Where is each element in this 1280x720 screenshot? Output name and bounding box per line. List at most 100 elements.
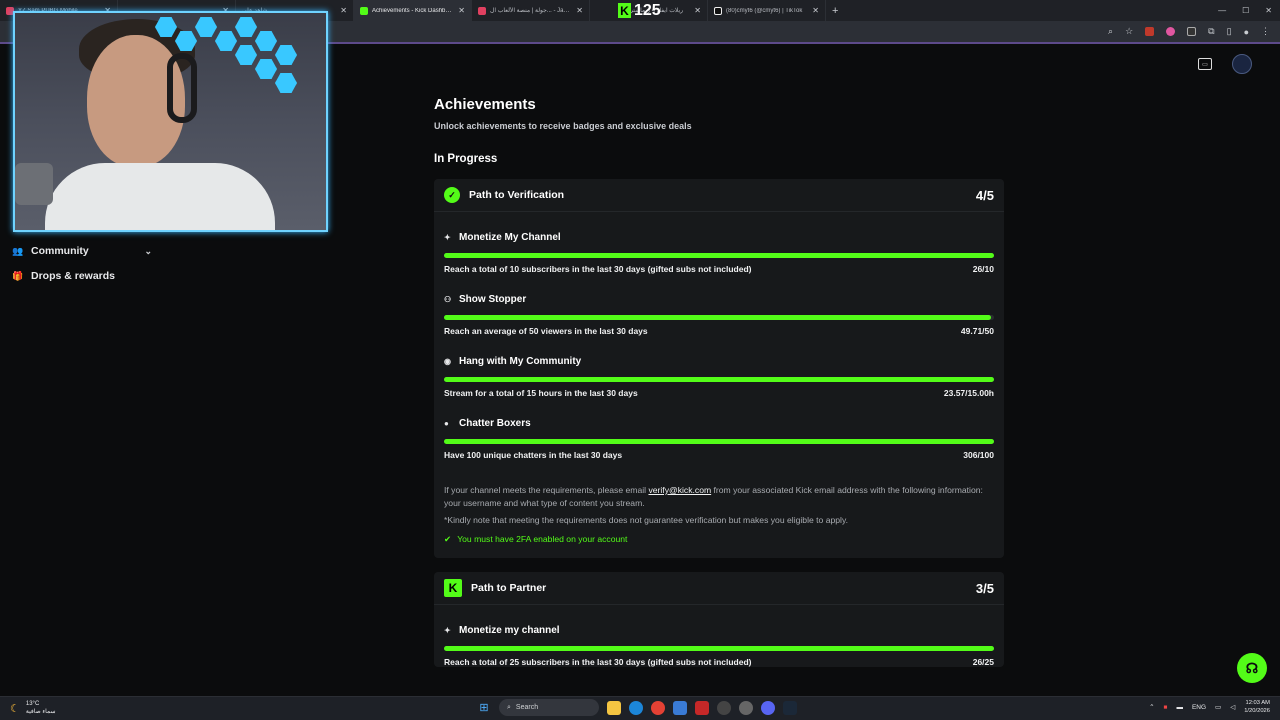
steam-icon[interactable]	[783, 700, 797, 715]
close-icon[interactable]: ✕	[694, 6, 701, 15]
page-title: Achievements	[434, 96, 536, 113]
maximize-icon[interactable]: ☐	[1242, 6, 1249, 15]
tray-app-icon[interactable]: ■	[1164, 704, 1168, 711]
bookmark-star-icon[interactable]: ☆	[1125, 26, 1133, 37]
requirement-title: Hang with My Community	[459, 355, 582, 367]
card-header: K Path to Partner 3/5	[434, 572, 1004, 605]
taskbar-search[interactable]: ⌕ Search	[499, 699, 599, 716]
kick-favicon-icon	[360, 6, 368, 15]
chevron-up-icon[interactable]: ⌃	[1149, 703, 1154, 711]
card-progress: 3/5	[975, 580, 994, 596]
page-subtitle: Unlock achievements to receive badges an…	[434, 121, 692, 131]
sidebar-panel-icon[interactable]: ▯	[1227, 26, 1232, 37]
app-icon[interactable]	[717, 700, 731, 715]
chevron-down-icon[interactable]: ⌄	[144, 246, 152, 257]
requirement-title: Monetize my channel	[459, 624, 560, 636]
hex-light	[255, 59, 277, 79]
language-indicator[interactable]: ENG	[1192, 704, 1206, 711]
requirement-value: 306/100	[963, 450, 994, 460]
network-icon[interactable]: ▭	[1215, 703, 1221, 711]
kick-logo-icon: K	[444, 579, 462, 597]
windows-taskbar: ☾ 13°C سماء صافية ⊞ ⌕ Search ⌃ ■ ▬ ENG ▭ ◁…	[0, 696, 1280, 720]
browser-tab-active[interactable]: Achievements - Kick Dashboard ✕	[354, 0, 472, 21]
requirement-item: ✦ Monetize My Channel Reach a total of 10…	[434, 230, 1004, 274]
card-header: ✓ Path to Verification 4/5	[434, 179, 1004, 212]
section-title: In Progress	[434, 153, 498, 165]
extension-icon[interactable]	[1166, 27, 1176, 36]
requirement-description: Stream for a total of 15 hours in the la…	[444, 388, 638, 398]
twofa-text: You must have 2FA enabled on your accoun…	[457, 534, 628, 544]
hex-light	[275, 45, 297, 65]
hex-light	[195, 17, 217, 37]
dashboard-header-actions: ▭	[1198, 54, 1252, 74]
kick-logo-icon: K	[618, 3, 631, 18]
requirement-item: ● Chatter Boxers Have 100 unique chatters…	[434, 416, 1004, 460]
streamer-shirt	[45, 163, 275, 230]
sidebar-item-label: Community	[31, 245, 89, 257]
weather-moon-icon: ☾	[10, 702, 20, 715]
window-controls: — ☐ ✕	[1218, 0, 1272, 21]
chrome-icon[interactable]	[651, 700, 665, 715]
kick-count-overlay: K 125	[618, 0, 661, 21]
close-window-icon[interactable]: ✕	[1265, 6, 1272, 15]
progress-bar	[444, 253, 994, 258]
headset-icon: ☊	[1245, 659, 1259, 676]
search-icon: ⌕	[507, 703, 511, 711]
achievements-main: Achievements Unlock achievements to rece…	[434, 96, 1004, 667]
card-title: Path to Verification	[469, 189, 565, 201]
requirement-title: Monetize My Channel	[459, 231, 561, 243]
tray-app-icon[interactable]: ▬	[1176, 704, 1183, 711]
card-progress: 4/5	[975, 187, 994, 203]
webcam-overlay	[13, 11, 328, 232]
browser-tab[interactable]: جولة | منصة الألعاب ال... - Jawlah✕	[472, 0, 590, 21]
sidebar-item-community[interactable]: 👥 Community ⌄	[12, 244, 152, 258]
progress-bar	[444, 377, 994, 382]
requirement-value: 23.57/15.00h	[943, 388, 994, 398]
microphone	[15, 163, 53, 205]
hex-light	[215, 31, 237, 51]
new-tab-button[interactable]: +	[826, 5, 844, 17]
store-icon[interactable]	[673, 700, 687, 715]
card-title: Path to Partner	[471, 582, 547, 594]
file-explorer-icon[interactable]	[607, 700, 621, 715]
windows-start-icon[interactable]: ⊞	[477, 701, 491, 715]
clock[interactable]: 12:03 AM 1/20/2026	[1244, 699, 1270, 715]
sidebar-item-drops-rewards[interactable]: 🎁 Drops & rewards	[12, 269, 152, 283]
tab-favicon	[478, 6, 486, 15]
close-icon[interactable]: ✕	[576, 6, 583, 15]
menu-icon[interactable]: ⋮	[1261, 26, 1270, 37]
edge-icon[interactable]	[629, 700, 643, 715]
app-icon[interactable]	[739, 700, 753, 715]
profile-icon[interactable]: ●	[1244, 27, 1249, 37]
volume-icon[interactable]: ◁	[1230, 703, 1235, 711]
email-link[interactable]: verify@kick.com	[648, 485, 711, 495]
check-icon: ✔	[444, 534, 452, 544]
close-icon[interactable]: ✕	[340, 6, 347, 15]
overlay-count: 125	[634, 1, 661, 19]
minimize-icon[interactable]: —	[1218, 6, 1226, 15]
requirement-title: Show Stopper	[459, 293, 527, 305]
requirement-item: ✦ Monetize my channel Reach a total of 25…	[434, 623, 1004, 667]
achievement-card-partner: K Path to Partner 3/5 ✦ Monetize my chann…	[434, 572, 1004, 667]
requirement-value: 26/10	[972, 264, 994, 274]
close-icon[interactable]: ✕	[812, 6, 819, 15]
close-icon[interactable]: ✕	[458, 6, 465, 15]
avatar[interactable]	[1232, 54, 1252, 74]
discord-icon[interactable]	[761, 700, 775, 715]
zoom-icon[interactable]: ⌕	[1108, 26, 1113, 37]
taskbar-apps: ⊞ ⌕ Search	[477, 699, 797, 716]
tiktok-favicon-icon	[714, 6, 722, 15]
hex-light	[255, 31, 277, 51]
progress-fill	[444, 439, 994, 444]
live-icon[interactable]: ▭	[1198, 58, 1212, 70]
browser-tab[interactable]: (80)cmyt6 (@cmyt6) | TikTok ✕	[708, 0, 826, 21]
requirement-value: 49.71/50	[960, 326, 994, 336]
sidebar-item-label: Drops & rewards	[31, 270, 116, 282]
support-button[interactable]: ☊	[1237, 653, 1267, 683]
extension-icon[interactable]	[1145, 27, 1155, 36]
progress-bar	[444, 439, 994, 444]
app-icon[interactable]	[695, 700, 709, 715]
extensions-puzzle-icon[interactable]: ⧉	[1208, 26, 1214, 37]
extension-icon[interactable]	[1187, 27, 1197, 36]
weather-widget[interactable]: ☾ 13°C سماء صافية	[10, 700, 56, 716]
